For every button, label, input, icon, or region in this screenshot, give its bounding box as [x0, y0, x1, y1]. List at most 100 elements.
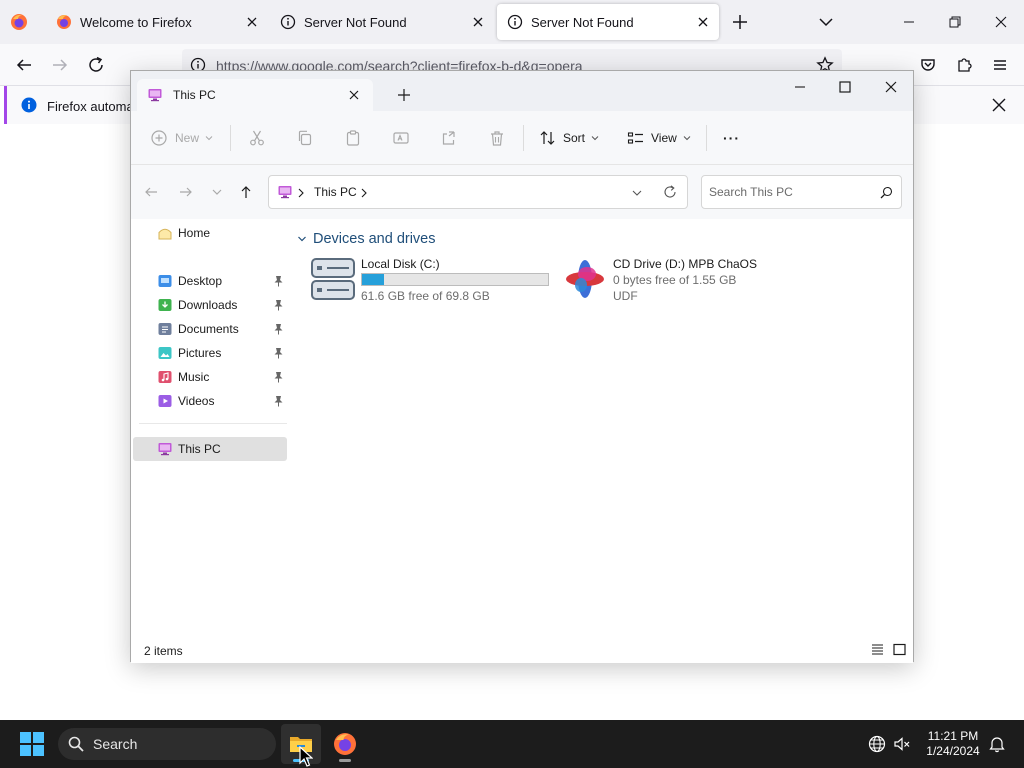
close-icon[interactable]: [347, 88, 361, 102]
restore-icon[interactable]: [945, 12, 965, 32]
large-icons-view-icon[interactable]: [893, 643, 906, 656]
group-title: Devices and drives: [313, 231, 436, 247]
close-icon[interactable]: [244, 14, 260, 30]
nav-item-videos[interactable]: Videos: [133, 389, 287, 413]
firefox-tab-server-not-found-1[interactable]: Server Not Found: [270, 4, 494, 40]
firefox-tab-welcome[interactable]: Welcome to Firefox: [46, 4, 268, 40]
new-tab-plus-icon[interactable]: [730, 12, 750, 32]
details-view-icon[interactable]: [871, 643, 884, 656]
sort-button[interactable]: Sort: [539, 127, 599, 149]
share-button[interactable]: [440, 127, 458, 149]
nav-item-pictures[interactable]: Pictures: [133, 341, 287, 365]
close-window-icon[interactable]: [883, 79, 899, 95]
taskbar-search-label: Search: [93, 736, 138, 752]
refresh-icon[interactable]: [663, 185, 677, 199]
minimize-icon[interactable]: [792, 79, 808, 95]
tab-label: Welcome to Firefox: [80, 14, 192, 30]
explorer-title-bar[interactable]: This PC: [131, 71, 913, 111]
taskbar-clock[interactable]: 11:21 PM 1/24/2024: [916, 729, 990, 759]
explorer-tab-this-pc[interactable]: This PC: [137, 79, 373, 111]
tab-label: This PC: [173, 88, 216, 102]
chevron-right-icon[interactable]: [360, 188, 368, 198]
search-box[interactable]: [701, 175, 902, 209]
drive-name: CD Drive (D:) MPB ChaOS: [613, 257, 758, 271]
copy-button[interactable]: [296, 127, 314, 149]
close-icon[interactable]: [695, 14, 711, 30]
nav-item-home[interactable]: Home: [133, 221, 287, 245]
address-bar[interactable]: This PC: [268, 175, 688, 209]
windows-start-icon[interactable]: [20, 732, 44, 756]
address-row: This PC: [131, 165, 913, 219]
pin-icon[interactable]: [273, 347, 284, 359]
nav-item-music[interactable]: Music: [133, 365, 287, 389]
pictures-folder-icon: [158, 347, 172, 359]
delete-button[interactable]: [488, 127, 506, 149]
pin-icon[interactable]: [273, 275, 284, 287]
chevron-down-icon: [683, 136, 691, 141]
firefox-tab-bar: Welcome to Firefox Server Not Found Serv…: [0, 0, 1024, 44]
firefox-icon: [334, 733, 356, 755]
address-history-chevron-icon[interactable]: [631, 188, 643, 198]
search-input[interactable]: [709, 183, 869, 201]
hamburger-menu-icon[interactable]: [991, 56, 1009, 74]
pin-icon[interactable]: [273, 299, 284, 311]
back-arrow-icon[interactable]: [15, 56, 33, 74]
drive-item-local-disk-c[interactable]: Local Disk (C:) 61.6 GB free of 69.8 GB: [311, 257, 551, 307]
taskbar-search-box[interactable]: Search: [58, 728, 276, 760]
extensions-puzzle-icon[interactable]: [955, 56, 973, 74]
volume-muted-icon[interactable]: [893, 735, 911, 753]
pin-icon[interactable]: [273, 395, 284, 407]
share-icon: [442, 131, 455, 145]
rename-button[interactable]: [392, 127, 410, 149]
new-button[interactable]: New: [151, 127, 213, 149]
search-icon[interactable]: [880, 186, 893, 199]
nav-item-this-pc[interactable]: This PC: [133, 437, 287, 461]
address-segment-this-pc[interactable]: This PC: [314, 185, 357, 199]
clipboard-icon: [346, 130, 360, 146]
taskbar-app-firefox[interactable]: [325, 724, 365, 764]
nav-item-downloads[interactable]: Downloads: [133, 293, 287, 317]
up-arrow-icon[interactable]: [238, 184, 254, 200]
firefox-app-icon[interactable]: [10, 13, 28, 31]
more-options-button[interactable]: ···: [723, 127, 740, 149]
paste-button[interactable]: [344, 127, 362, 149]
nav-divider: [139, 423, 287, 424]
nav-item-desktop[interactable]: Desktop: [133, 269, 287, 293]
pin-icon[interactable]: [273, 323, 284, 335]
mouse-cursor-icon: [299, 746, 313, 767]
maximize-icon[interactable]: [837, 79, 853, 95]
toolbar-divider: [706, 125, 707, 151]
drive-space-detail: 0 bytes free of 1.55 GB: [613, 273, 737, 287]
drive-item-cd-drive-d[interactable]: CD Drive (D:) MPB ChaOS 0 bytes free of …: [563, 257, 823, 307]
recent-locations-chevron-icon[interactable]: [209, 184, 225, 200]
nav-item-documents[interactable]: Documents: [133, 317, 287, 341]
chevron-right-icon[interactable]: [297, 188, 305, 198]
new-tab-plus-icon[interactable]: [397, 88, 411, 102]
group-header-devices-and-drives[interactable]: Devices and drives: [297, 231, 436, 247]
clock-time: 11:21 PM: [927, 729, 979, 743]
file-explorer-window: This PC New Sort View ··· This PC Search…: [130, 70, 914, 663]
firefox-icon: [57, 15, 71, 29]
close-window-icon[interactable]: [991, 12, 1011, 32]
minimize-icon[interactable]: [899, 12, 919, 32]
cut-button[interactable]: [248, 127, 266, 149]
drive-space-detail: 61.6 GB free of 69.8 GB: [361, 289, 490, 303]
pin-icon[interactable]: [273, 371, 284, 383]
list-all-tabs-chevron-icon[interactable]: [817, 13, 835, 31]
hard-drive-icon: [311, 258, 355, 300]
forward-arrow-icon[interactable]: [51, 56, 69, 74]
status-bar: 2 items: [131, 637, 913, 663]
firefox-tab-server-not-found-2[interactable]: Server Not Found: [497, 4, 719, 40]
back-arrow-icon[interactable]: [143, 184, 159, 200]
pocket-icon[interactable]: [919, 56, 937, 74]
forward-arrow-icon[interactable]: [178, 184, 194, 200]
close-notification-icon[interactable]: [990, 96, 1008, 114]
notifications-bell-icon[interactable]: [988, 735, 1006, 753]
close-icon[interactable]: [470, 14, 486, 30]
reload-icon[interactable]: [87, 56, 105, 74]
network-globe-icon[interactable]: [868, 735, 886, 753]
chevron-down-icon: [591, 136, 599, 141]
view-button[interactable]: View: [627, 127, 691, 149]
scissors-icon: [250, 130, 264, 146]
tab-label: Server Not Found: [304, 14, 407, 30]
